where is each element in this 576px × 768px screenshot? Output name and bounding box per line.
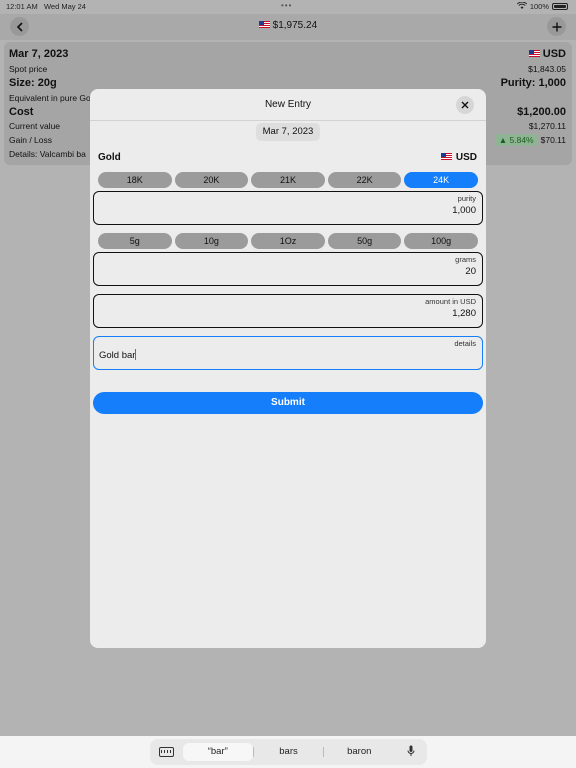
modal-header: New Entry (90, 89, 486, 121)
currency-selector[interactable]: USD (440, 152, 477, 163)
us-flag-icon (440, 153, 452, 160)
wifi-icon (516, 1, 527, 11)
nav-title: $1,975.24 (0, 20, 576, 31)
gain-loss-values: ▲ 5.84% $70.11 (495, 134, 566, 146)
status-right: 100% (516, 1, 568, 11)
grams-field-value: 20 (465, 266, 476, 277)
suggestion-2[interactable]: bars (254, 743, 324, 761)
close-button[interactable] (456, 96, 474, 114)
purity-field-value: 1,000 (452, 205, 476, 216)
card-currency: USD (528, 48, 566, 60)
dictation-button[interactable] (394, 745, 427, 760)
submit-button[interactable]: Submit (93, 392, 483, 414)
purity-label: Purity: 1,000 (500, 77, 566, 89)
purity-option-24k[interactable]: 24K (404, 172, 478, 188)
details-field-text: Gold bar (99, 349, 137, 361)
gain-badge: ▲ 5.84% (495, 134, 537, 146)
amount-field-value: 1,280 (452, 308, 476, 319)
keyboard-toggle-button[interactable] (150, 739, 183, 765)
purity-option-21k[interactable]: 21K (251, 172, 325, 188)
cost-label: Cost (9, 106, 34, 118)
amount-field-label: amount in USD (425, 297, 476, 306)
multitasking-dots[interactable]: ••• (281, 1, 292, 10)
weight-segmented-control: 5g 10g 1Oz 50g 100g (98, 233, 478, 249)
battery-icon (552, 3, 568, 10)
portfolio-total: $1,975.24 (272, 20, 318, 31)
weight-option-1oz[interactable]: 1Oz (251, 233, 325, 249)
add-button[interactable] (547, 17, 566, 36)
modal-title: New Entry (264, 99, 312, 110)
details-field[interactable]: details Gold bar (93, 336, 483, 370)
navigation-bar: $1,975.24 (0, 14, 576, 40)
keyboard-icon (158, 747, 174, 757)
suggestion-bar: “bar” bars baron (150, 739, 427, 765)
date-picker[interactable]: Mar 7, 2023 (256, 123, 320, 141)
purity-option-20k[interactable]: 20K (174, 172, 249, 188)
gain-value: $70.11 (540, 135, 566, 145)
status-bar: 12:01 AM Wed May 24 ••• 100% (0, 0, 576, 14)
amount-field[interactable]: amount in USD 1,280 (93, 294, 483, 328)
weight-option-10g[interactable]: 10g (174, 233, 249, 249)
purity-option-18k[interactable]: 18K (98, 172, 172, 188)
us-flag-icon (258, 21, 270, 28)
details-label: Details: Valcambi ba (9, 149, 86, 159)
plus-icon (552, 22, 561, 31)
purity-segmented-control: 18K 20K 21K 22K 24K (98, 172, 478, 188)
metal-label: Gold (98, 152, 121, 163)
weight-option-100g[interactable]: 100g (404, 233, 478, 249)
current-value-label: Current value (9, 121, 61, 131)
us-flag-icon (528, 50, 540, 57)
grams-field-label: grams (455, 255, 476, 264)
new-entry-modal: New Entry Mar 7, 2023 Gold USD 18K 20K 2… (90, 89, 486, 648)
close-icon (461, 101, 469, 109)
cost-value: $1,200.00 (517, 106, 566, 118)
spot-label: Spot price (9, 64, 48, 74)
battery-percent: 100% (529, 2, 549, 11)
weight-option-5g[interactable]: 5g (98, 233, 172, 249)
purity-field[interactable]: purity 1,000 (93, 191, 483, 225)
status-time: 12:01 AM Wed May 24 (6, 2, 86, 11)
triangle-up-icon: ▲ (498, 135, 508, 145)
size-label: Size: 20g (9, 77, 57, 89)
gain-loss-label: Gain / Loss (9, 135, 52, 145)
grams-field[interactable]: grams 20 (93, 252, 483, 286)
current-value: $1,270.11 (528, 121, 566, 131)
microphone-icon (407, 745, 415, 756)
equiv-label: Equivalent in pure Go (9, 93, 91, 103)
weight-option-50g[interactable]: 50g (327, 233, 402, 249)
purity-option-22k[interactable]: 22K (327, 172, 402, 188)
keyboard-accessory-bar: “bar” bars baron (0, 736, 576, 768)
details-field-label: details (454, 339, 476, 348)
spot-value: $1,843.05 (528, 64, 566, 74)
suggestion-1[interactable]: “bar” (182, 743, 253, 761)
text-caret (135, 349, 137, 360)
suggestion-3[interactable]: baron (324, 743, 394, 761)
purity-field-label: purity (457, 194, 476, 203)
card-date: Mar 7, 2023 (9, 48, 69, 60)
